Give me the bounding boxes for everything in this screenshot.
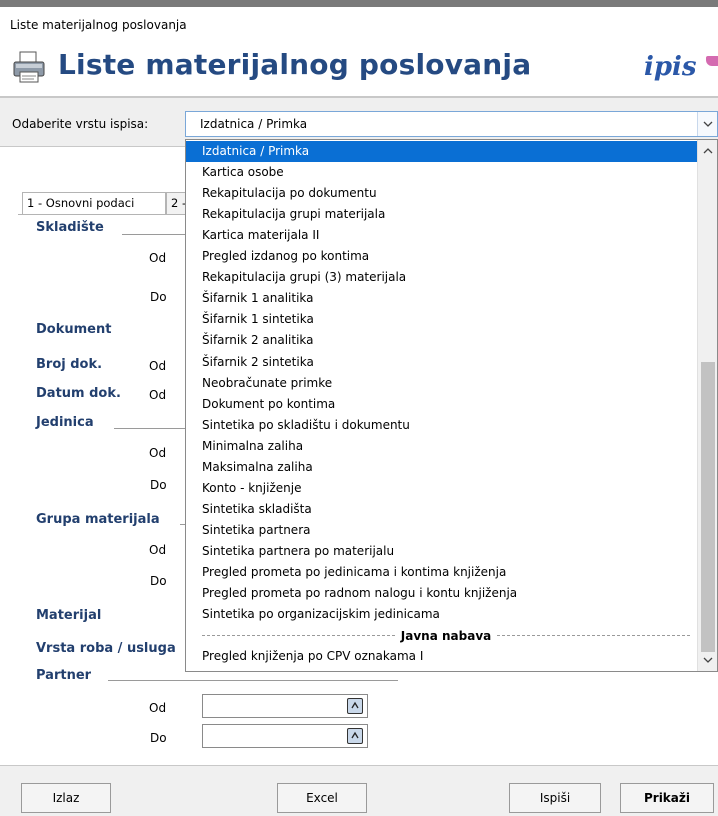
skladiste-od-label: Od bbox=[149, 251, 167, 265]
dropdown-option[interactable]: Sintetika po skladištu i dokumentu bbox=[186, 415, 698, 436]
dropdown-option[interactable]: Pregled prometa po jedinicama i kontima … bbox=[186, 562, 698, 583]
chevron-down-icon[interactable] bbox=[698, 651, 717, 669]
jedinica-do-label: Do bbox=[150, 478, 167, 492]
lookup-icon[interactable] bbox=[347, 728, 363, 744]
partner-do-label: Do bbox=[150, 731, 167, 745]
dropdown-option[interactable]: Kartica osobe bbox=[186, 162, 698, 183]
separator-dash bbox=[497, 635, 691, 637]
dropdown-option[interactable]: Sintetika partnera po materijalu bbox=[186, 541, 698, 562]
page-title: Liste materijalnog poslovanja bbox=[58, 48, 532, 81]
dokument-label: Dokument bbox=[36, 322, 112, 337]
dropdown-option[interactable]: Minimalna zaliha bbox=[186, 436, 698, 457]
dropdown-option[interactable]: Konto - knjiženje bbox=[186, 478, 698, 499]
tab-underline bbox=[18, 214, 198, 215]
jedinica-line bbox=[114, 428, 186, 429]
skladiste-do-label: Do bbox=[150, 290, 167, 304]
broj-dok-od-label: Od bbox=[149, 359, 167, 373]
prikazi-button[interactable]: Prikaži bbox=[620, 783, 714, 813]
materijal-label: Materijal bbox=[36, 608, 102, 623]
dropdown-option[interactable]: Šifarnik 1 analitika bbox=[186, 288, 698, 309]
chevron-down-icon[interactable] bbox=[697, 112, 717, 136]
excel-button[interactable]: Excel bbox=[277, 783, 367, 813]
jedinica-od-label: Od bbox=[149, 446, 167, 460]
izlaz-button[interactable]: Izlaz bbox=[21, 783, 111, 813]
dropdown-option[interactable]: Pregled prometa po radnom nalogu i kontu… bbox=[186, 583, 698, 604]
dropdown-option[interactable]: Kartica materijala II bbox=[186, 225, 698, 246]
chevron-up-icon[interactable] bbox=[698, 142, 717, 160]
dropdown-option[interactable]: Izdatnica / Primka bbox=[186, 141, 698, 162]
datum-dok-label: Datum dok. bbox=[36, 386, 121, 401]
dropdown-option[interactable]: Pregled knjiženja po CPV oznakama I bbox=[186, 646, 698, 667]
lookup-icon[interactable] bbox=[347, 698, 363, 714]
scrollbar-thumb[interactable] bbox=[701, 362, 715, 652]
report-type-label: Odaberite vrstu ispisa: bbox=[12, 117, 149, 131]
separator-dash bbox=[202, 635, 395, 637]
window-top-border bbox=[0, 0, 718, 7]
dropdown-scrollbar[interactable] bbox=[697, 140, 717, 671]
partner-label: Partner bbox=[36, 668, 92, 683]
printer-icon bbox=[13, 51, 45, 83]
logo-accent bbox=[706, 56, 718, 66]
separator-label: Javna nabava bbox=[400, 628, 492, 643]
dropdown-option[interactable]: Rekapitulacija po dokumentu bbox=[186, 183, 698, 204]
partner-line bbox=[108, 680, 398, 681]
jedinica-label: Jedinica bbox=[36, 415, 94, 430]
dropdown-option[interactable]: Sintetika partnera bbox=[186, 520, 698, 541]
ispisi-button[interactable]: Ispiši bbox=[509, 783, 601, 813]
report-type-select[interactable]: Izdatnica / Primka bbox=[185, 111, 718, 137]
partner-do-input[interactable] bbox=[202, 724, 368, 748]
dropdown-option[interactable]: Rekapitulacija grupi materijala bbox=[186, 204, 698, 225]
window-title: Liste materijalnog poslovanja bbox=[10, 18, 187, 32]
skladiste-line bbox=[122, 234, 186, 235]
dropdown-option[interactable]: Šifarnik 1 sintetika bbox=[186, 309, 698, 330]
report-type-dropdown[interactable]: Izdatnica / Primka Kartica osobe Rekapitul… bbox=[185, 139, 718, 672]
dropdown-option[interactable]: Pregled izdanog po kontima bbox=[186, 246, 698, 267]
skladiste-label: Skladište bbox=[36, 220, 104, 235]
vrsta-roba-label: Vrsta roba / usluga bbox=[36, 641, 176, 656]
ipis-logo: ipis bbox=[644, 52, 697, 82]
grupa-do-label: Do bbox=[150, 574, 167, 588]
grupa-materijala-label: Grupa materijala bbox=[36, 512, 160, 527]
dropdown-option[interactable]: Rekapitulacija grupi (3) materijala bbox=[186, 267, 698, 288]
dropdown-option[interactable]: Šifarnik 2 sintetika bbox=[186, 352, 698, 373]
report-type-value: Izdatnica / Primka bbox=[200, 117, 308, 131]
dropdown-option[interactable]: Maksimalna zaliha bbox=[186, 457, 698, 478]
datum-dok-od-label: Od bbox=[149, 388, 167, 402]
dropdown-group-separator: Javna nabava bbox=[202, 625, 691, 646]
partner-od-label: Od bbox=[149, 701, 167, 715]
dropdown-option[interactable]: Sintetika skladišta bbox=[186, 499, 698, 520]
broj-dok-label: Broj dok. bbox=[36, 357, 103, 372]
dropdown-option[interactable]: Neobračunate primke bbox=[186, 373, 698, 394]
tab-osnovni-podaci[interactable]: 1 - Osnovni podaci bbox=[22, 192, 166, 214]
dropdown-option[interactable]: Sintetika po organizacijskim jedinicama bbox=[186, 604, 698, 625]
partner-od-input[interactable] bbox=[202, 694, 368, 718]
dropdown-option[interactable]: Šifarnik 2 analitika bbox=[186, 330, 698, 351]
grupa-od-label: Od bbox=[149, 543, 167, 557]
dropdown-option[interactable]: Dokument po kontima bbox=[186, 394, 698, 415]
